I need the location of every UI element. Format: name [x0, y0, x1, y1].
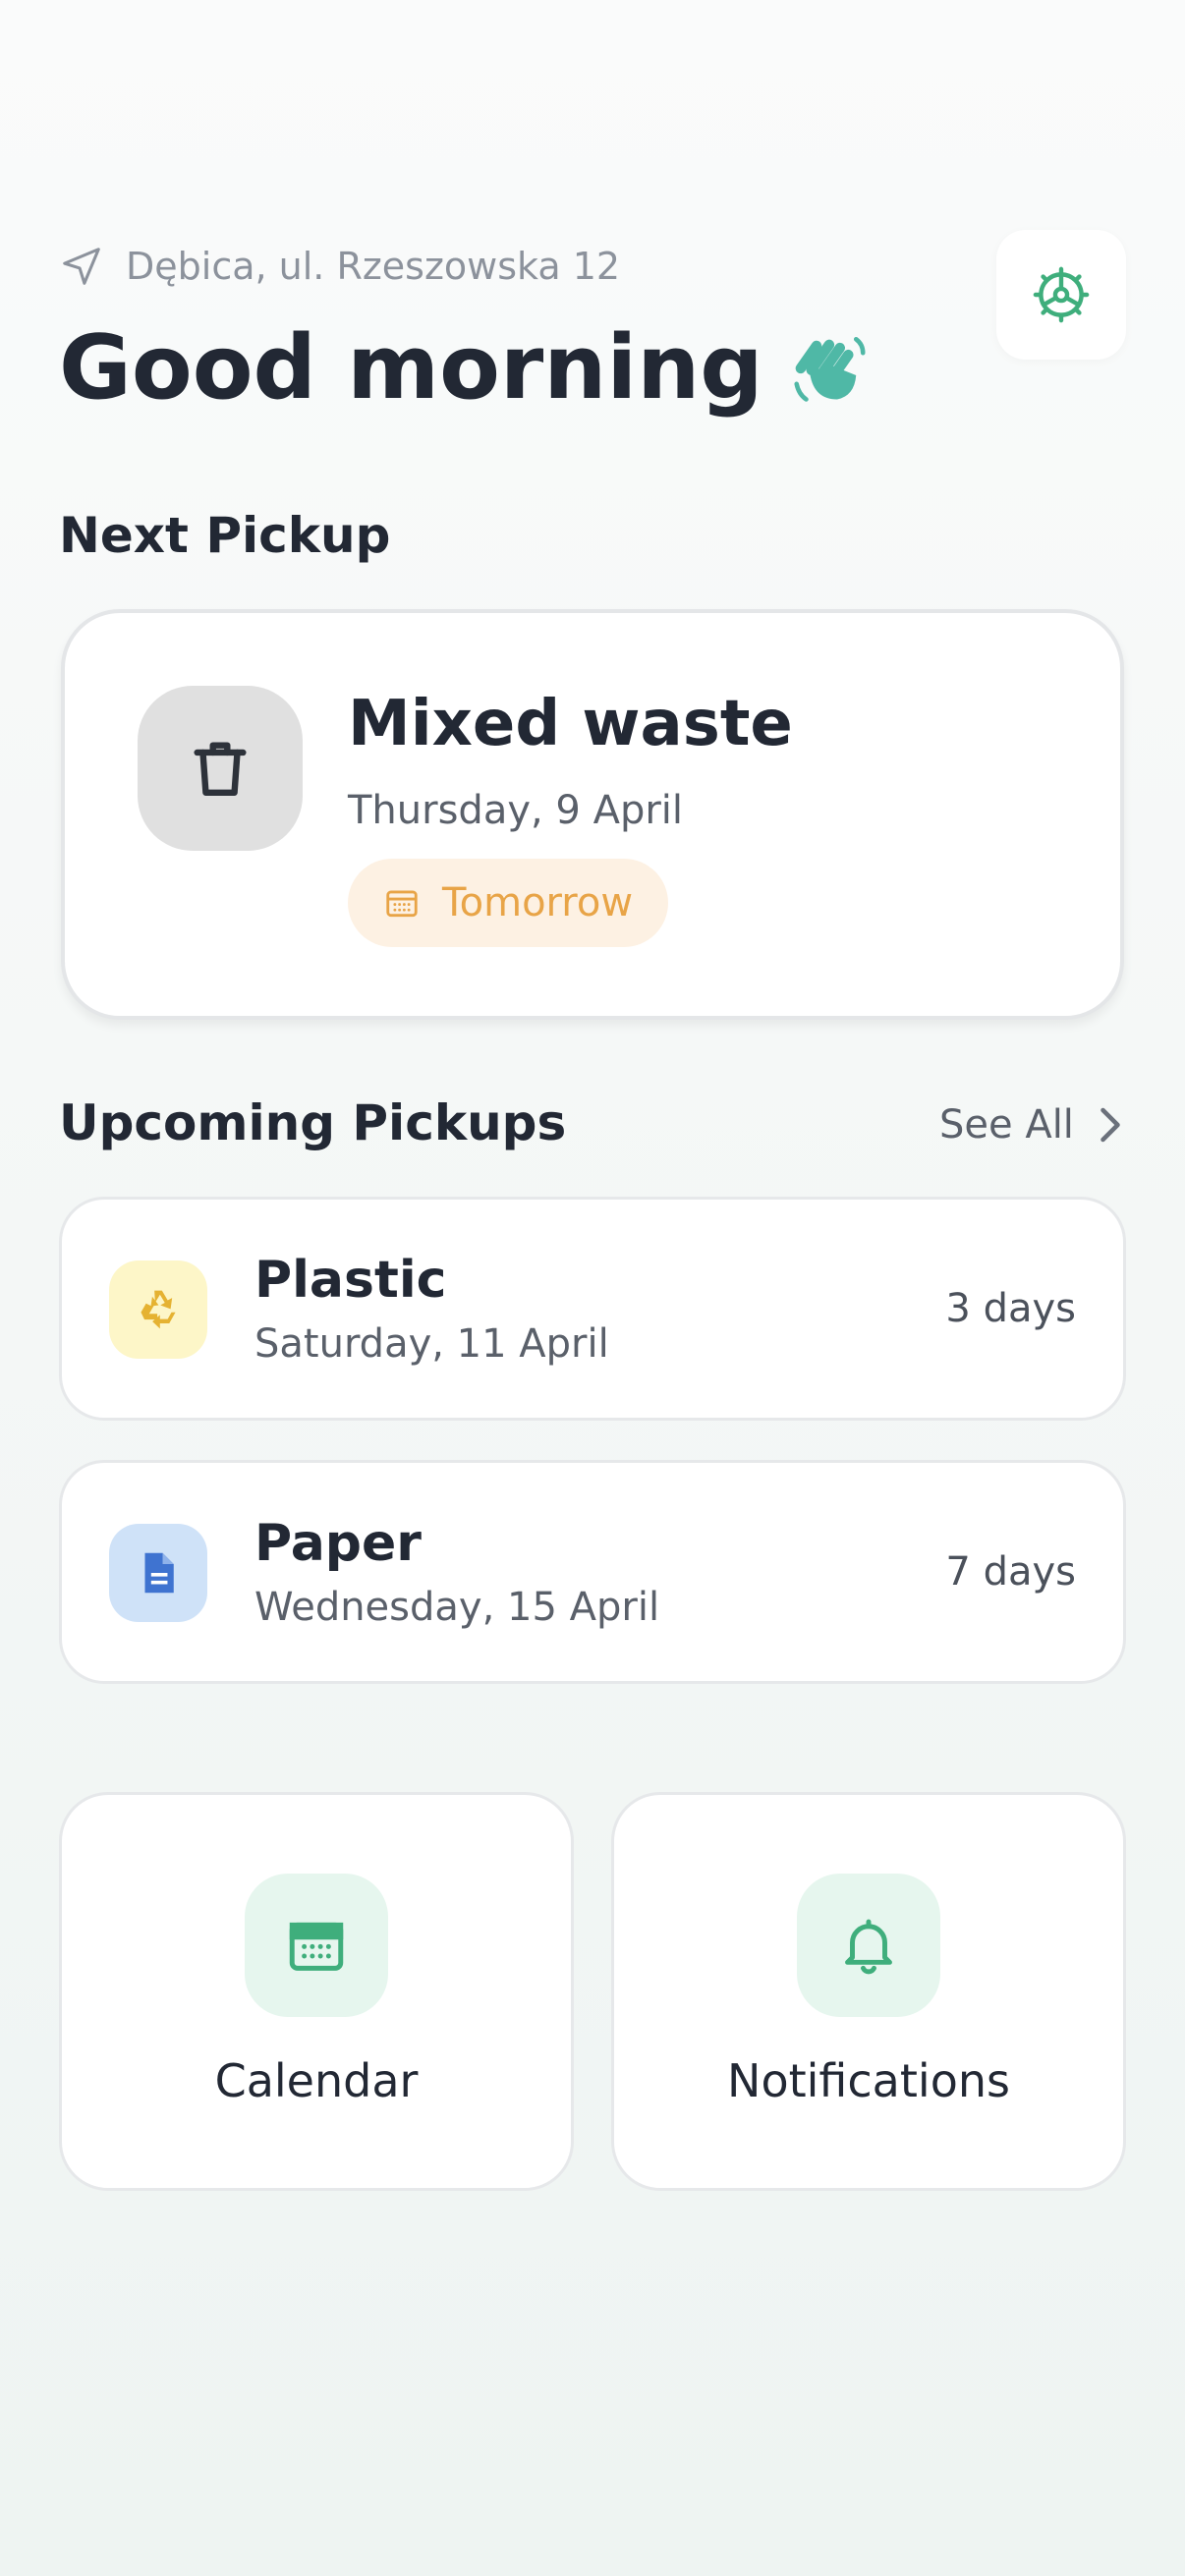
- pickup-date: Wednesday, 15 April: [254, 1585, 660, 1630]
- next-pickup-title: Next Pickup: [59, 507, 391, 564]
- trash-bin-icon: [194, 742, 247, 796]
- pickup-days-left: 7 days: [945, 1549, 1076, 1595]
- calendar-icon: [289, 1922, 344, 1971]
- pickup-name: Plastic: [254, 1251, 447, 1310]
- see-all-text: See All: [939, 1102, 1074, 1148]
- calendar-small-icon: [386, 890, 418, 918]
- calendar-tile-label: Calendar: [214, 2054, 419, 2107]
- location-text: Dębica, ul. Rzeszowska 12: [126, 245, 621, 288]
- next-pickup-card[interactable]: Mixed waste Thursday, 9 April Tomorrow: [61, 609, 1124, 1020]
- notifications-tile-icon-box: [797, 1874, 940, 2017]
- location-label[interactable]: Dębica, ul. Rzeszowska 12: [59, 244, 620, 289]
- greeting-heading: Good morning: [59, 316, 872, 420]
- status-badge: Tomorrow: [348, 859, 669, 947]
- pickup-date: Saturday, 11 April: [254, 1321, 609, 1367]
- gear-icon: [1033, 266, 1090, 323]
- pickup-icon-box: [109, 1524, 207, 1622]
- list-item-plastic[interactable]: Plastic Saturday, 11 April 3 days: [59, 1197, 1126, 1421]
- calendar-tile-icon-box: [245, 1874, 388, 2017]
- see-all-link[interactable]: See All: [939, 1102, 1125, 1148]
- navigation-arrow-icon: [63, 248, 100, 285]
- calendar-tile[interactable]: Calendar: [59, 1792, 574, 2191]
- next-pickup-icon-box: [138, 686, 303, 851]
- pickup-icon-box: [109, 1260, 207, 1359]
- notifications-tile-label: Notifications: [727, 2054, 1010, 2107]
- greeting-text: Good morning: [59, 316, 763, 420]
- chevron-right-icon: [1100, 1107, 1120, 1143]
- status-badge-text: Tomorrow: [442, 880, 634, 925]
- recycle-icon: [141, 1290, 176, 1329]
- document-icon: [144, 1552, 174, 1594]
- bell-icon: [845, 1919, 892, 1975]
- waving-hand-icon: [794, 336, 866, 402]
- notifications-tile[interactable]: Notifications: [611, 1792, 1126, 2191]
- pickup-name: Paper: [254, 1514, 422, 1573]
- pickup-days-left: 3 days: [945, 1286, 1076, 1331]
- next-pickup-date: Thursday, 9 April: [348, 788, 684, 833]
- upcoming-pickups-title: Upcoming Pickups: [59, 1094, 567, 1151]
- next-pickup-type: Mixed waste: [348, 688, 793, 760]
- settings-button[interactable]: [996, 230, 1126, 360]
- list-item-paper[interactable]: Paper Wednesday, 15 April 7 days: [59, 1460, 1126, 1684]
